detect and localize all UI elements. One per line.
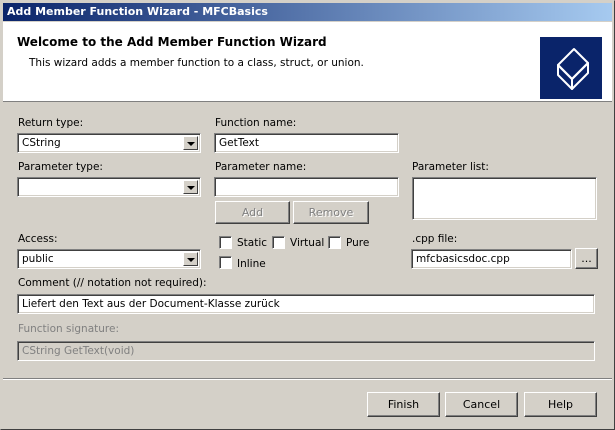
function-name-value: GetText — [219, 137, 259, 149]
finish-button[interactable]: Finish — [367, 392, 440, 417]
banner-description: This wizard adds a member function to a … — [29, 57, 364, 69]
wizard-logo-icon — [540, 37, 602, 99]
parameter-list-label: Parameter list: — [412, 161, 489, 173]
access-combo[interactable]: public — [17, 249, 201, 269]
access-label: Access: — [18, 233, 58, 245]
cpp-file-value: mfcbasicsdoc.cpp — [416, 253, 510, 265]
cpp-file-input[interactable]: mfcbasicsdoc.cpp — [411, 249, 572, 269]
chevron-down-icon[interactable] — [183, 136, 198, 150]
signature-field: CString GetText(void) — [17, 341, 595, 361]
virtual-checkbox[interactable] — [272, 236, 285, 249]
chevron-down-icon[interactable] — [183, 180, 198, 194]
signature-label: Function signature: — [18, 323, 119, 335]
wizard-window: Add Member Function Wizard - MFCBasics W… — [0, 0, 615, 430]
parameter-name-input[interactable] — [214, 177, 399, 197]
title-bar[interactable]: Add Member Function Wizard - MFCBasics — [3, 3, 612, 21]
footer-divider — [3, 378, 612, 380]
cancel-button[interactable]: Cancel — [445, 392, 518, 417]
chevron-down-icon[interactable] — [183, 252, 198, 266]
function-name-label: Function name: — [215, 117, 297, 129]
window-title: Add Member Function Wizard - MFCBasics — [7, 5, 268, 18]
wizard-banner: Welcome to the Add Member Function Wizar… — [3, 22, 612, 102]
remove-parameter-button[interactable]: Remove — [293, 201, 369, 224]
parameter-list-box[interactable] — [412, 177, 597, 220]
static-checkbox[interactable] — [219, 236, 232, 249]
comment-label: Comment (// notation not required): — [18, 277, 207, 289]
cpp-file-label: .cpp file: — [412, 233, 458, 245]
add-parameter-button[interactable]: Add — [215, 201, 290, 224]
browse-cpp-file-button[interactable]: ... — [575, 248, 598, 269]
static-label: Static — [237, 237, 268, 249]
comment-input[interactable]: Liefert den Text aus der Document-Klasse… — [17, 294, 595, 314]
parameter-type-combo[interactable] — [17, 177, 201, 197]
parameter-name-label: Parameter name: — [215, 161, 307, 173]
banner-heading: Welcome to the Add Member Function Wizar… — [17, 35, 327, 49]
signature-value: CString GetText(void) — [22, 345, 135, 357]
function-name-input[interactable]: GetText — [214, 133, 399, 153]
return-type-value: CString — [22, 137, 61, 149]
access-value: public — [22, 253, 54, 265]
comment-value: Liefert den Text aus der Document-Klasse… — [22, 298, 280, 310]
inline-checkbox[interactable] — [219, 256, 232, 269]
pure-checkbox[interactable] — [328, 236, 341, 249]
help-button[interactable]: Help — [524, 392, 597, 417]
virtual-label: Virtual — [290, 237, 325, 249]
pure-label: Pure — [346, 237, 370, 249]
inline-label: Inline — [237, 258, 266, 270]
return-type-combo[interactable]: CString — [17, 133, 201, 153]
return-type-label: Return type: — [18, 117, 84, 129]
parameter-type-label: Parameter type: — [18, 161, 103, 173]
